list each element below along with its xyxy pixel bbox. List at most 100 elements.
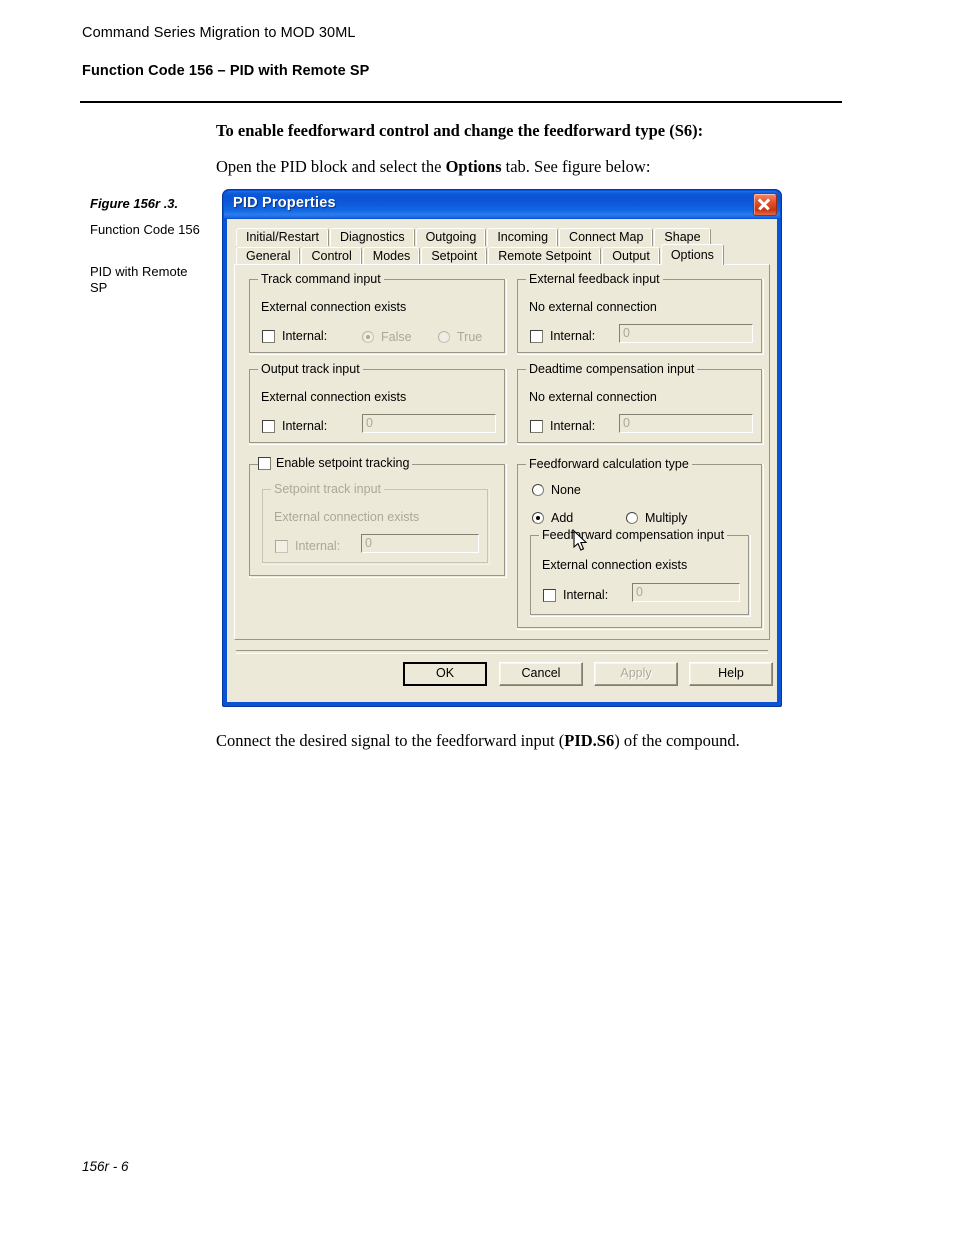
feedforward-radio-none-button[interactable] <box>532 484 544 496</box>
pid-properties-dialog: PID Properties Initial/Restart Diagnosti… <box>222 189 782 707</box>
closing-line-prefix: Connect the desired signal to the feedfo… <box>216 731 565 750</box>
output-track-internal-value-field[interactable]: 0 <box>362 414 496 433</box>
tab-diagnostics[interactable]: Diagnostics <box>329 228 415 246</box>
group-track-command-input: Track command input External connection … <box>249 272 507 355</box>
feedforward-radio-multiply[interactable]: Multiply <box>626 511 687 525</box>
instruction-line-bold: Options <box>445 157 502 176</box>
group-legend-output-track-input: Output track input <box>258 362 363 376</box>
tab-control[interactable]: Control <box>301 247 362 265</box>
group-legend-deadtime-compensation-input: Deadtime compensation input <box>526 362 698 376</box>
figure-caption: Figure 156r .3. <box>90 196 179 211</box>
group-legend-setpoint-track-input: Setpoint track input <box>271 482 385 496</box>
track-command-internal-checkbox-row[interactable]: Internal: <box>262 329 327 343</box>
track-command-connection-status: External connection exists <box>261 300 407 314</box>
tab-modes[interactable]: Modes <box>362 247 421 265</box>
tab-general[interactable]: General <box>236 247 301 265</box>
ok-button[interactable]: OK <box>403 662 487 686</box>
tab-initial-restart[interactable]: Initial/Restart <box>236 228 329 246</box>
feedforward-radio-none[interactable]: None <box>532 483 581 497</box>
enable-setpoint-tracking-checkbox-row[interactable]: Enable setpoint tracking <box>258 456 413 470</box>
cancel-button[interactable]: Cancel <box>499 662 583 686</box>
group-legend-track-command-input: Track command input <box>258 272 384 286</box>
external-feedback-internal-value-field[interactable]: 0 <box>619 324 753 343</box>
feedforward-radio-add-label: Add <box>551 511 574 525</box>
feedforward-radio-add[interactable]: Add <box>532 511 573 525</box>
dialog-titlebar[interactable]: PID Properties <box>224 191 780 218</box>
track-command-radio-false-label: False <box>381 330 412 344</box>
output-track-internal-checkbox-row[interactable]: Internal: <box>262 419 327 433</box>
enable-setpoint-tracking-checkbox[interactable] <box>258 456 271 470</box>
tab-options[interactable]: Options <box>660 244 724 265</box>
closing-line: Connect the desired signal to the feedfo… <box>216 731 740 751</box>
instruction-heading: To enable feedforward control and change… <box>216 121 704 140</box>
group-external-feedback-input: External feedback input No external conn… <box>517 272 764 355</box>
feedforward-compensation-internal-checkbox[interactable] <box>543 588 556 602</box>
instruction-line-suffix: tab. See figure below: <box>501 157 651 176</box>
deadtime-internal-label: Internal: <box>550 419 596 433</box>
closing-line-suffix: ) of the compound. <box>614 731 740 750</box>
output-track-connection-status: External connection exists <box>261 390 407 404</box>
group-feedforward-compensation-input: Feedforward compensation input External … <box>530 528 751 617</box>
tab-output[interactable]: Output <box>602 247 660 265</box>
track-command-radio-false-button[interactable] <box>362 331 374 343</box>
group-frame <box>530 535 749 615</box>
help-button[interactable]: Help <box>689 662 773 686</box>
feedforward-radio-multiply-button[interactable] <box>626 512 638 524</box>
output-track-internal-label: Internal: <box>282 419 328 433</box>
instruction-line-prefix: Open the PID block and select the <box>216 157 446 176</box>
feedforward-radio-none-label: None <box>551 483 581 497</box>
feedforward-compensation-internal-checkbox-row[interactable]: Internal: <box>543 588 608 602</box>
apply-button: Apply <box>594 662 678 686</box>
feedforward-compensation-connection-status: External connection exists <box>542 558 688 572</box>
tab-setpoint[interactable]: Setpoint <box>421 247 488 265</box>
header-rule <box>80 101 842 103</box>
track-command-radio-true-button[interactable] <box>438 331 450 343</box>
section-header: Function Code 156 – PID with Remote SP <box>82 63 370 79</box>
group-deadtime-compensation-input: Deadtime compensation input No external … <box>517 362 764 445</box>
deadtime-internal-checkbox-row[interactable]: Internal: <box>530 419 595 433</box>
running-header: Command Series Migration to MOD 30ML <box>82 25 356 41</box>
group-enable-setpoint-tracking: Enable setpoint tracking Setpoint track … <box>249 456 507 578</box>
button-bar-separator <box>236 650 768 654</box>
enable-setpoint-tracking-label: Enable setpoint tracking <box>276 456 410 470</box>
group-legend-external-feedback-input: External feedback input <box>526 272 663 286</box>
instruction-line: Open the PID block and select the Option… <box>216 157 650 177</box>
tab-outgoing[interactable]: Outgoing <box>415 228 487 246</box>
track-command-radio-true[interactable]: True <box>438 330 482 344</box>
deadtime-internal-checkbox[interactable] <box>530 419 543 433</box>
track-command-radio-false[interactable]: False <box>362 330 412 344</box>
closing-line-bold: PID.S6 <box>564 731 615 750</box>
dialog-title: PID Properties <box>233 195 336 211</box>
tab-connect-map[interactable]: Connect Map <box>559 228 654 246</box>
options-tab-pane: Track command input External connection … <box>234 264 770 640</box>
external-feedback-internal-checkbox-row[interactable]: Internal: <box>530 329 595 343</box>
page-number: 156r - 6 <box>82 1159 129 1174</box>
deadtime-internal-value-field[interactable]: 0 <box>619 414 753 433</box>
tab-strip-row-2: General Control Modes Setpoint Remote Se… <box>236 244 725 265</box>
dialog-button-bar: OK Cancel Apply Help <box>228 650 776 690</box>
setpoint-track-connection-status: External connection exists <box>274 510 420 524</box>
deadtime-connection-status: No external connection <box>529 390 657 404</box>
group-output-track-input: Output track input External connection e… <box>249 362 507 445</box>
feedforward-radio-add-button[interactable] <box>532 512 544 524</box>
track-command-radio-true-label: True <box>457 330 483 344</box>
setpoint-track-internal-checkbox[interactable] <box>275 539 288 553</box>
dialog-body: Initial/Restart Diagnostics Outgoing Inc… <box>227 219 777 702</box>
feedforward-compensation-internal-value-field[interactable]: 0 <box>632 583 740 602</box>
close-icon[interactable] <box>753 193 777 216</box>
track-command-internal-checkbox[interactable] <box>262 329 275 343</box>
figure-sub-line-2: PID with Remote SP <box>90 264 188 295</box>
group-legend-feedforward-calculation-type: Feedforward calculation type <box>526 457 692 471</box>
tab-incoming[interactable]: Incoming <box>487 228 559 246</box>
output-track-internal-checkbox[interactable] <box>262 419 275 433</box>
tab-strip-row-1: Initial/Restart Diagnostics Outgoing Inc… <box>236 227 712 246</box>
mouse-cursor-icon <box>573 530 588 551</box>
tab-remote-setpoint[interactable]: Remote Setpoint <box>488 247 602 265</box>
setpoint-track-internal-label: Internal: <box>295 539 341 553</box>
group-setpoint-track-input: Setpoint track input External connection… <box>262 482 490 565</box>
setpoint-track-internal-value-field[interactable]: 0 <box>361 534 479 553</box>
external-feedback-internal-checkbox[interactable] <box>530 329 543 343</box>
setpoint-track-internal-checkbox-row[interactable]: Internal: <box>275 539 340 553</box>
external-feedback-internal-label: Internal: <box>550 329 596 343</box>
feedforward-radio-multiply-label: Multiply <box>645 511 688 525</box>
